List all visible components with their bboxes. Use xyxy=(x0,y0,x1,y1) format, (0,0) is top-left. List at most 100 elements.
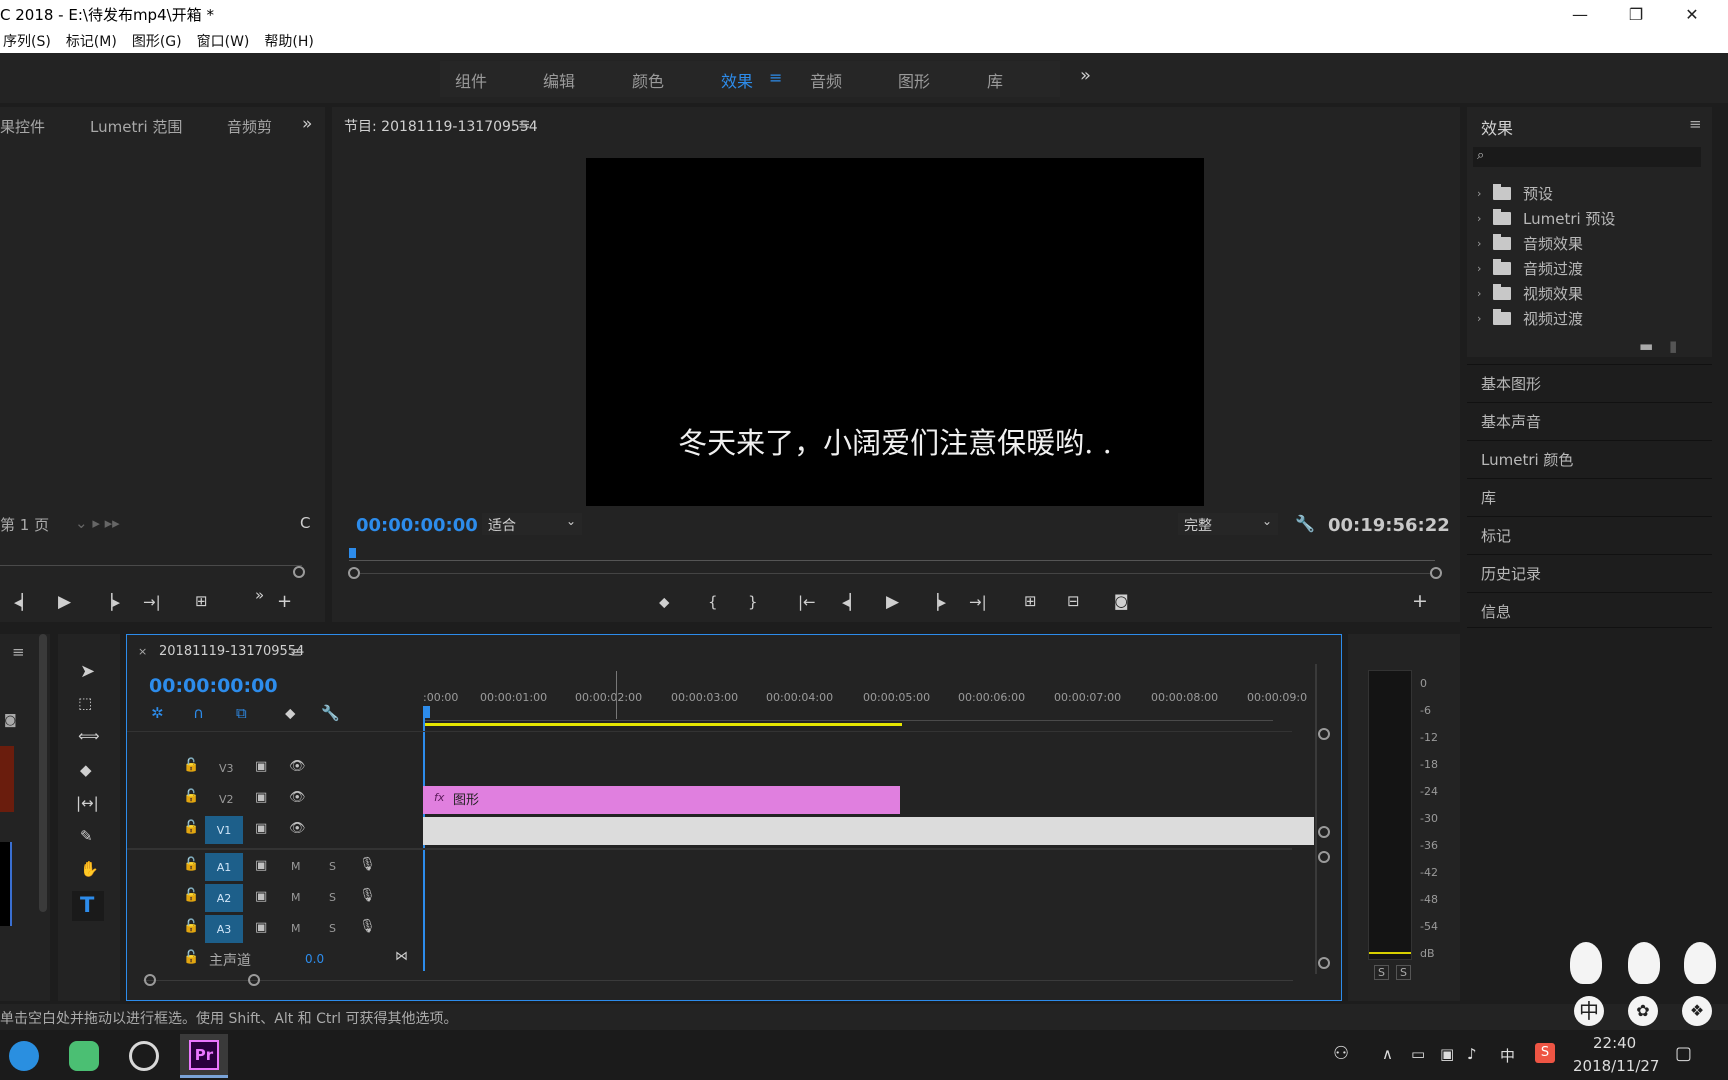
scrollbar[interactable] xyxy=(39,634,47,912)
track-v1[interactable]: 🔓 V1 ▣ 👁 xyxy=(127,815,1314,845)
lift-icon[interactable]: ⊞ xyxy=(1024,592,1037,610)
play-icon[interactable]: ▶ xyxy=(58,592,71,612)
restore-button[interactable]: ❐ xyxy=(1608,0,1664,28)
razor-tool-icon[interactable]: ◆ xyxy=(80,761,92,779)
notification-icon[interactable]: ▢ xyxy=(1675,1043,1692,1064)
track-a3[interactable]: 🔓 A3 ▣ M S 🎙 xyxy=(127,914,1292,944)
add-marker-icon[interactable]: ⬥ xyxy=(659,593,670,611)
lock-icon[interactable]: 🔓 xyxy=(183,820,199,835)
new-bin-icon[interactable]: ▬ xyxy=(1639,337,1653,355)
track-target-a3[interactable]: A3 xyxy=(205,915,243,943)
program-playhead[interactable] xyxy=(349,548,356,558)
panel-menu-icon[interactable]: ≡ xyxy=(12,643,25,661)
ime-settings-icon[interactable]: ✿ xyxy=(1628,996,1658,1026)
zoom-start-handle[interactable] xyxy=(144,974,156,986)
program-timecode[interactable]: 00:00:00:00 xyxy=(356,515,478,536)
zoom-end-handle[interactable] xyxy=(248,974,260,986)
step-forward-icon[interactable]: ▕▸ xyxy=(101,593,120,611)
panel-menu-icon[interactable]: ≡ xyxy=(518,115,531,133)
effects-item-audio-effects[interactable]: › 音频效果 xyxy=(1477,231,1583,255)
export-frame-icon[interactable]: ◙ xyxy=(1114,592,1129,610)
panel-essential-sound[interactable]: 基本声音 xyxy=(1467,402,1712,438)
lock-icon[interactable]: 🔓 xyxy=(183,888,199,903)
solo-button[interactable]: S xyxy=(329,891,336,904)
microphone-icon[interactable]: 🎙 xyxy=(359,919,376,934)
page-select[interactable]: 第 1 页 xyxy=(0,514,49,535)
go-to-out-icon[interactable]: →| xyxy=(969,593,987,611)
solo-button[interactable]: S xyxy=(329,860,336,873)
graphic-clip[interactable]: fx 图形 xyxy=(423,786,900,814)
lock-icon[interactable]: 🔓 xyxy=(183,950,199,965)
pen-tool-icon[interactable]: ✎ xyxy=(80,827,93,845)
effects-item-lumetri-presets[interactable]: › Lumetri 预设 xyxy=(1477,206,1615,230)
sync-lock-icon[interactable]: ▣ xyxy=(255,889,267,904)
eye-icon[interactable]: 👁 xyxy=(289,759,306,774)
selection-tool-icon[interactable]: ➤ xyxy=(80,661,95,682)
step-forward-icon[interactable]: ▕▸ xyxy=(927,593,946,611)
scroll-handle[interactable] xyxy=(1318,957,1330,969)
track-target-a2[interactable]: A2 xyxy=(205,884,243,912)
solo-left-button[interactable]: S xyxy=(1374,965,1389,980)
panel-history[interactable]: 历史记录 xyxy=(1467,554,1712,590)
close-tab-icon[interactable]: × xyxy=(138,645,147,658)
volume-icon[interactable]: ♪ xyxy=(1467,1045,1477,1063)
lock-icon[interactable]: 🔓 xyxy=(183,789,199,804)
menu-help[interactable]: 帮助(H) xyxy=(264,31,313,51)
track-target-v1[interactable]: V1 xyxy=(205,816,243,844)
mark-in-icon[interactable]: { xyxy=(708,593,718,611)
panel-menu-icon[interactable]: ≡ xyxy=(290,643,303,661)
video-frame[interactable]: 冬天来了，小阔爱们注意保暖哟. . xyxy=(586,158,1204,506)
obs-icon[interactable] xyxy=(120,1034,168,1078)
effects-panel-title[interactable]: 效果 xyxy=(1481,115,1513,139)
solo-button[interactable]: S xyxy=(329,922,336,935)
close-button[interactable]: ✕ xyxy=(1664,0,1720,28)
thumbnail-image[interactable] xyxy=(0,842,12,926)
scroll-handle[interactable] xyxy=(1318,851,1330,863)
mascot-icon[interactable] xyxy=(1684,942,1716,984)
step-back-icon[interactable]: ◂▏ xyxy=(842,593,861,611)
work-area-bar[interactable] xyxy=(423,723,902,726)
workspace-tab-graphics[interactable]: 图形 xyxy=(898,68,930,92)
mark-out-icon[interactable]: } xyxy=(748,593,758,611)
effects-search-input[interactable]: ⌕ xyxy=(1473,147,1701,167)
step-back-icon[interactable]: ◂▏ xyxy=(14,593,33,611)
workspace-tab-editing[interactable]: 编辑 xyxy=(543,68,575,92)
extract-icon[interactable]: ⊟ xyxy=(1067,592,1080,610)
sequence-tab[interactable]: 20181119-131709554 xyxy=(159,644,304,659)
track-target-a1[interactable]: A1 xyxy=(205,853,243,881)
panel-libraries[interactable]: 库 xyxy=(1467,478,1712,514)
solo-right-button[interactable]: S xyxy=(1396,965,1411,980)
panel-essential-graphics[interactable]: 基本图形 xyxy=(1467,364,1712,400)
effects-item-video-transitions[interactable]: › 视频过渡 xyxy=(1477,306,1583,330)
lock-icon[interactable]: 🔓 xyxy=(183,919,199,934)
tab-effect-controls[interactable]: 果控件 xyxy=(0,116,45,137)
panel-more-icon[interactable]: » xyxy=(302,114,312,134)
panda-app-icon[interactable] xyxy=(60,1034,108,1078)
mute-button[interactable]: M xyxy=(291,860,301,873)
program-monitor-title[interactable]: 节目: 20181119-131709554 xyxy=(344,116,538,136)
linked-selection-icon[interactable]: ⧉ xyxy=(236,704,247,722)
type-tool[interactable]: T xyxy=(72,891,104,921)
track-master[interactable]: 🔓 主声道 0.0 ⋈ xyxy=(127,945,1292,975)
timeline-timecode[interactable]: 00:00:00:00 xyxy=(149,675,278,697)
mute-button[interactable]: M xyxy=(291,922,301,935)
nest-icon[interactable]: ✲ xyxy=(151,704,164,722)
go-to-in-icon[interactable]: |← xyxy=(798,593,816,611)
hand-tool-icon[interactable]: ✋ xyxy=(80,860,99,878)
eye-icon[interactable]: 👁 xyxy=(289,821,306,836)
sync-lock-icon[interactable]: ▣ xyxy=(255,858,267,873)
sync-lock-icon[interactable]: ▣ xyxy=(255,790,267,805)
go-to-out-icon[interactable]: →| xyxy=(143,593,161,611)
menu-graphics[interactable]: 图形(G) xyxy=(132,31,182,51)
clock-time[interactable]: 22:40 xyxy=(1593,1034,1636,1052)
add-button-icon[interactable]: + xyxy=(1412,590,1428,612)
minimize-button[interactable]: — xyxy=(1552,0,1608,28)
battery-icon[interactable]: ▭ xyxy=(1411,1045,1425,1063)
ime-indicator[interactable]: 中 xyxy=(1500,1045,1515,1066)
mute-button[interactable]: M xyxy=(291,891,301,904)
menu-marker[interactable]: 标记(M) xyxy=(66,31,117,51)
insert-icon[interactable]: ⊞ xyxy=(195,592,208,610)
zoom-start-handle[interactable] xyxy=(348,567,360,579)
voice-assistant-icon[interactable] xyxy=(0,1034,48,1078)
sogou-icon[interactable]: S xyxy=(1535,1043,1555,1063)
